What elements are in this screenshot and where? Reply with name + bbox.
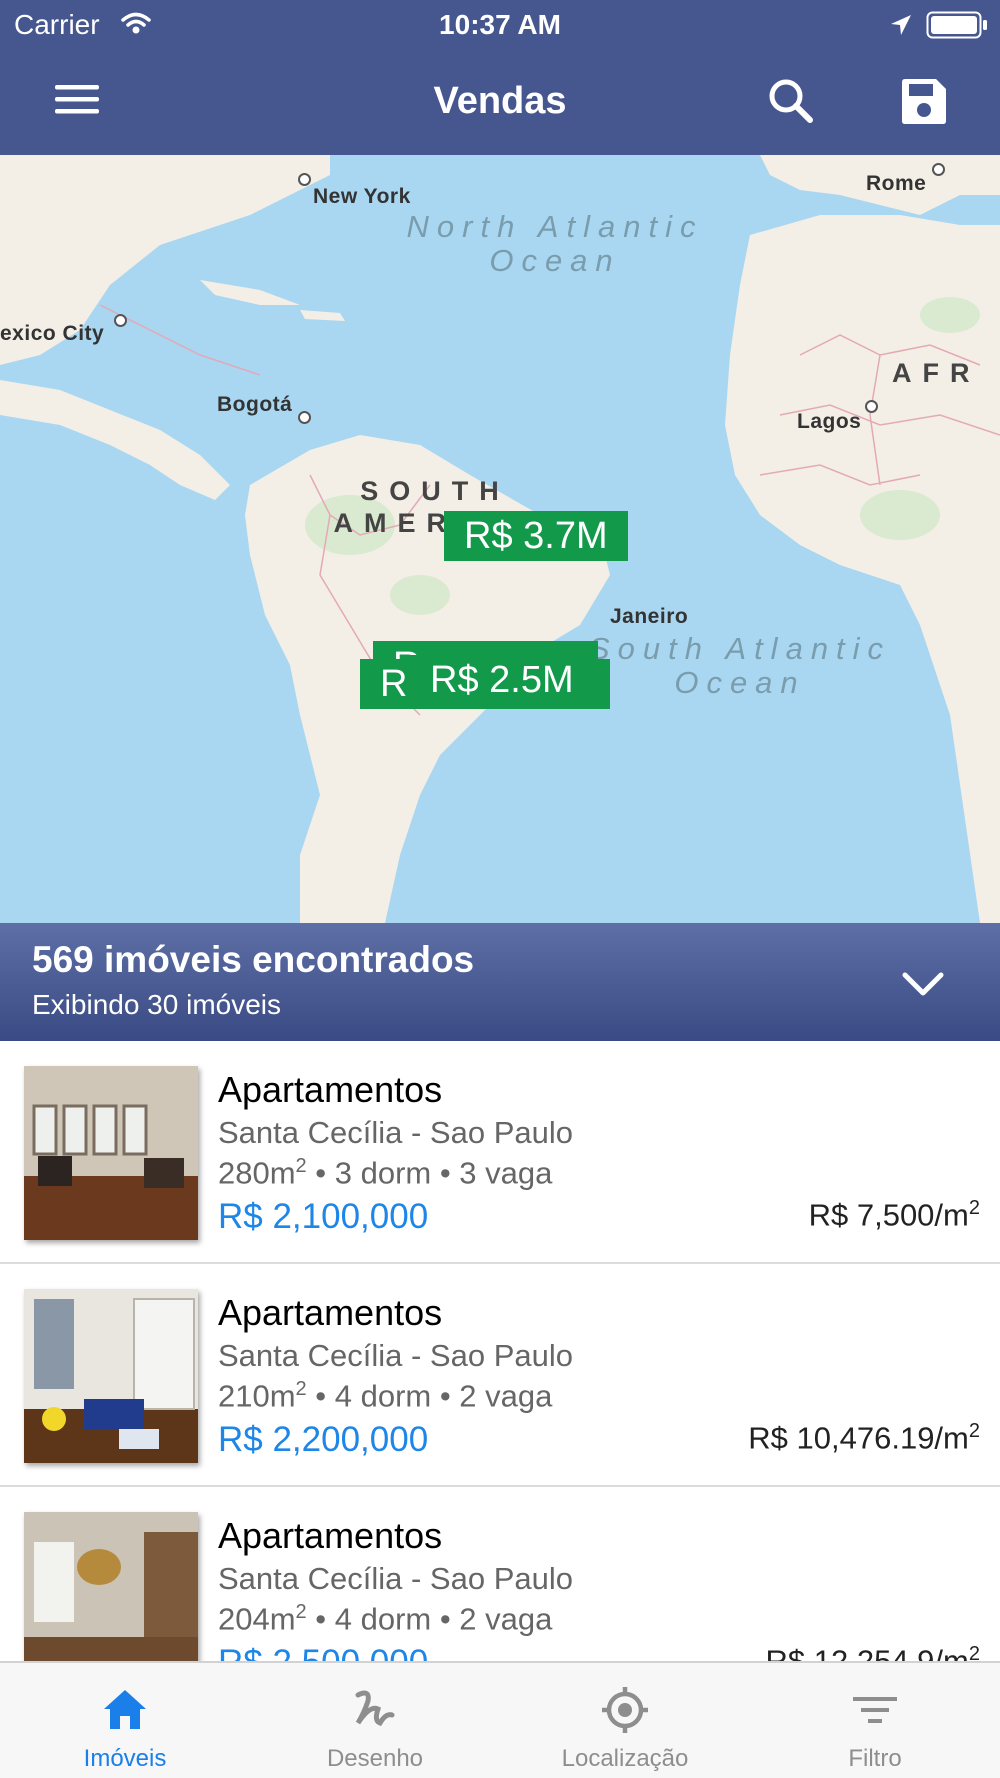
listing-neighborhood: Santa Cecília - Sao Paulo [218, 1115, 573, 1150]
listing-item[interactable]: Apartamentos Santa Cecília - Sao Paulo 2… [0, 1487, 1000, 1661]
tab-filtro[interactable]: Filtro [750, 1663, 1000, 1778]
city-label-lagos: Lagos [797, 410, 862, 433]
listing-neighborhood: Santa Cecília - Sao Paulo [218, 1561, 573, 1596]
listing-type: Apartamentos [218, 1069, 443, 1110]
tab-label: Imóveis [83, 1745, 167, 1772]
floppy-disk-icon [902, 79, 946, 124]
listing-type: Apartamentos [218, 1515, 443, 1556]
listing-photo [24, 1289, 198, 1463]
tab-label: Localização [561, 1745, 689, 1772]
clock: 10:37 AM [439, 9, 561, 40]
search-button[interactable] [764, 74, 820, 130]
results-count: 569 imóveis encontrados [32, 939, 475, 980]
results-showing: Exibindo 30 imóveis [32, 989, 282, 1020]
tab-localizacao[interactable]: Localização [500, 1663, 750, 1778]
save-button[interactable] [896, 74, 952, 130]
listing-price-per-m2: R$ 12,254.9/m2 [765, 1643, 980, 1661]
map-view[interactable]: New York Rome exico City Bogotá Lagos Ja… [0, 155, 1000, 923]
listing-price: R$ 2,200,000 [218, 1420, 429, 1459]
tab-desenho[interactable]: Desenho [250, 1663, 500, 1778]
page-title: Vendas [433, 80, 567, 122]
listings-list[interactable]: Apartamentos Santa Cecília - Sao Paulo 2… [0, 1041, 1000, 1661]
city-label-mexico-city: exico City [0, 322, 105, 345]
city-dot-bogota [298, 411, 311, 424]
city-label-rio: Janeiro [610, 605, 689, 628]
top-header: Carrier 10:37 AM Vendas [0, 0, 1000, 155]
listing-price: R$ 2,100,000 [218, 1197, 429, 1236]
continent-label-africa: AFR [892, 358, 981, 388]
price-pin-3-7m[interactable]: R$ 3.7M [444, 511, 628, 561]
tab-bar: Imóveis Desenho Localização Filtro [0, 1661, 1000, 1778]
listing-price-per-m2: R$ 7,500/m2 [808, 1197, 980, 1233]
listing-specs: 204m2 • 4 dorm • 2 vaga [218, 1601, 553, 1637]
filter-lines-icon [853, 1697, 897, 1723]
city-dot-new-york [298, 173, 311, 186]
chevron-down-icon [902, 972, 944, 996]
city-label-rome: Rome [866, 172, 927, 195]
battery-full-icon [926, 11, 988, 46]
listing-item[interactable]: Apartamentos Santa Cecília - Sao Paulo 2… [0, 1041, 1000, 1264]
city-dot-rome [932, 163, 945, 176]
collapse-toggle-button[interactable] [896, 963, 950, 1007]
listing-price: R$ 2,500,000 [218, 1643, 428, 1661]
price-pin-2-5m[interactable]: R$ 2.5M [410, 655, 594, 705]
location-arrow-icon [889, 12, 913, 44]
status-bar: Carrier 10:37 AM [0, 0, 1000, 50]
listing-price-per-m2: R$ 10,476.19/m2 [748, 1420, 980, 1456]
city-dot-lagos [865, 400, 878, 413]
tab-label: Desenho [326, 1745, 424, 1772]
search-icon [769, 79, 813, 123]
listing-specs: 280m2 • 3 dorm • 3 vaga [218, 1155, 553, 1191]
crosshair-icon [602, 1687, 648, 1733]
navigation-bar: Vendas [0, 50, 1000, 155]
tab-imoveis[interactable]: Imóveis [0, 1663, 250, 1778]
listing-specs: 210m2 • 4 dorm • 2 vaga [218, 1378, 553, 1414]
listing-neighborhood: Santa Cecília - Sao Paulo [218, 1338, 573, 1373]
listing-type: Apartamentos [218, 1292, 443, 1333]
scribble-icon [355, 1690, 395, 1727]
ocean-label-south-atlantic: South Atlantic Ocean [588, 631, 892, 700]
house-icon [104, 1690, 146, 1729]
city-label-bogota: Bogotá [217, 393, 293, 416]
tab-label: Filtro [848, 1745, 902, 1772]
listing-photo [24, 1512, 198, 1661]
listing-item[interactable]: Apartamentos Santa Cecília - Sao Paulo 2… [0, 1264, 1000, 1487]
results-summary-bar[interactable]: 569 imóveis encontrados Exibindo 30 imóv… [0, 923, 1000, 1041]
ocean-label-north-atlantic: North Atlantic Ocean [406, 209, 704, 278]
city-dot-mexico-city [114, 314, 127, 327]
city-label-new-york: New York [313, 185, 411, 208]
listing-photo [24, 1066, 198, 1240]
